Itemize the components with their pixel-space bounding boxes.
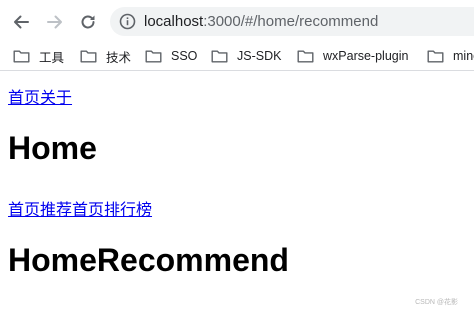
bookmarks-bar: 工具 技术 SSO JS-SDK wxParse-plugin mine [0,42,474,71]
top-nav: 首页关于 [8,84,72,108]
arrow-left-icon [14,15,29,29]
folder-icon [13,50,30,63]
page-content: 首页关于 Home 首页推荐首页排行榜 HomeRecommend [0,71,474,311]
url-host: localhost [144,13,204,30]
folder-icon [80,50,97,63]
sub-nav: 首页推荐首页排行榜 [8,196,152,220]
bookmark-folder-tools[interactable]: 工具 [13,46,64,66]
forward-button[interactable] [41,8,69,36]
sub-link-recommend[interactable]: 首页推荐 [8,200,72,219]
watermark: CSDN @花影 [415,299,458,306]
bookmark-label: JS-SDK [237,49,282,63]
bookmark-label: mine [453,49,474,63]
folder-icon [145,50,162,63]
bookmark-label: 工具 [39,50,65,65]
folder-icon [297,50,314,63]
bookmark-folder-js-sdk[interactable]: JS-SDK [211,46,281,66]
browser-toolbar: localhost:3000/#/home/recommend [0,0,474,42]
reload-button[interactable] [74,8,102,36]
folder-icon [211,50,228,63]
arrow-right-icon [47,15,62,29]
nav-link-home[interactable]: 首页 [8,88,40,107]
url-path: :3000/#/home/recommend [203,13,379,30]
bookmark-label: wxParse-plugin [323,49,409,63]
bookmark-folder-mine[interactable]: mine [427,46,474,66]
sub-page-title: HomeRecommend [8,242,289,278]
folder-icon [427,50,444,63]
bookmark-folder-sso[interactable]: SSO [145,46,197,66]
address-bar[interactable]: localhost:3000/#/home/recommend [110,7,474,36]
bookmark-folder-wxparse-plugin[interactable]: wxParse-plugin [297,46,408,66]
back-button[interactable] [7,8,35,36]
bookmark-label: SSO [171,49,198,63]
bookmark-folder-tech[interactable]: 技术 [80,46,131,66]
reload-icon [81,15,95,29]
page-title: Home [8,130,97,166]
info-icon[interactable] [119,13,136,30]
bookmark-label: 技术 [106,50,132,65]
nav-link-about[interactable]: 关于 [40,88,72,107]
url-text[interactable]: localhost:3000/#/home/recommend [144,13,378,30]
sub-link-ranking[interactable]: 首页排行榜 [72,200,152,219]
